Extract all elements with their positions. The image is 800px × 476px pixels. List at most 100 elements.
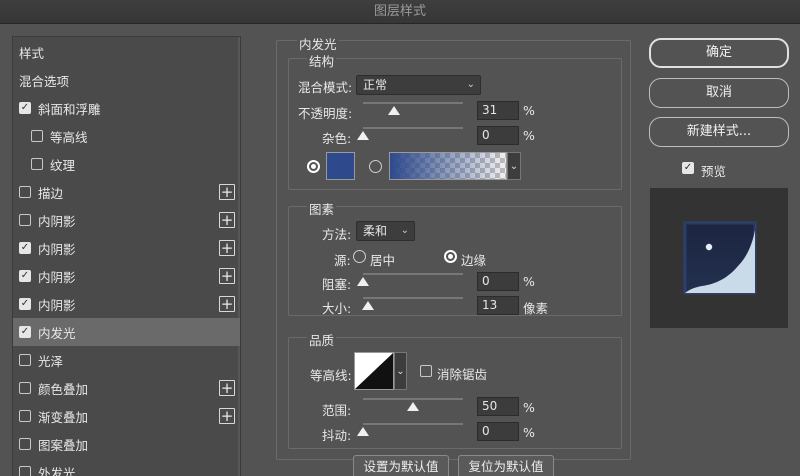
style-list-item[interactable]: 样式 — [13, 38, 240, 66]
style-list-label: 外发光 — [38, 465, 76, 476]
quality-title: 品质 — [307, 330, 337, 349]
style-list-item[interactable]: 纹理 — [13, 150, 240, 178]
blend-mode-value: 正常 — [363, 78, 388, 92]
style-checkbox[interactable]: ✓ — [19, 270, 31, 282]
style-list-label: 内阴影 — [38, 241, 76, 257]
style-checkbox[interactable]: ✓ — [19, 326, 31, 338]
chevron-down-icon: ⌄ — [466, 79, 475, 90]
style-list-item[interactable]: 图案叠加 — [13, 430, 240, 458]
source-center-radio[interactable] — [353, 250, 366, 263]
style-list-item[interactable]: 内阴影 + — [13, 206, 240, 234]
ok-button[interactable]: 确定 — [649, 38, 789, 68]
jitter-slider-track[interactable] — [363, 423, 463, 425]
anti-alias-checkbox[interactable] — [420, 365, 432, 377]
add-effect-button[interactable]: + — [219, 268, 235, 284]
style-list-label: 斜面和浮雕 — [38, 101, 101, 117]
style-list-label: 纹理 — [50, 157, 76, 173]
size-label: 大小: — [322, 301, 352, 316]
contour-preview[interactable] — [354, 352, 394, 390]
style-list-label: 等高线 — [50, 129, 88, 145]
style-list-label: 混合选项 — [19, 73, 70, 89]
add-effect-button[interactable]: + — [219, 184, 235, 200]
blend-mode-label: 混合模式: — [298, 80, 353, 95]
size-slider-thumb[interactable] — [362, 301, 375, 310]
style-checkbox[interactable] — [31, 130, 43, 142]
jitter-label: 抖动: — [322, 428, 352, 443]
opacity-slider-thumb[interactable] — [388, 106, 400, 115]
contour-label: 等高线: — [310, 368, 352, 383]
style-checkbox[interactable] — [19, 186, 31, 198]
noise-label: 杂色: — [322, 131, 352, 146]
style-checkbox[interactable] — [19, 410, 31, 422]
add-effect-button[interactable]: + — [219, 296, 235, 312]
style-checkbox[interactable] — [31, 158, 43, 170]
style-checkbox[interactable] — [19, 382, 31, 394]
source-edge-radio[interactable] — [444, 250, 457, 263]
blend-mode-dropdown[interactable]: 正常 ⌄ — [356, 75, 481, 95]
contour-dropdown-button[interactable]: ⌄ — [394, 352, 407, 390]
gradient-radio[interactable] — [369, 160, 382, 173]
style-list-item[interactable]: ✓ 内阴影 + — [13, 262, 240, 290]
style-list-item[interactable]: ✓ 内阴影 + — [13, 290, 240, 318]
style-checkbox[interactable] — [19, 438, 31, 450]
style-list-label: 内发光 — [38, 325, 76, 341]
add-effect-button[interactable]: + — [219, 212, 235, 228]
size-slider-track[interactable] — [363, 297, 463, 299]
noise-slider-track[interactable] — [363, 127, 463, 129]
cancel-button[interactable]: 取消 — [649, 78, 789, 108]
style-list-label: 内阴影 — [38, 297, 76, 313]
choke-input[interactable]: 0 — [477, 272, 519, 291]
style-list-label: 描边 — [38, 185, 64, 201]
range-input[interactable]: 50 — [477, 397, 519, 416]
style-checkbox[interactable]: ✓ — [19, 242, 31, 254]
style-checkbox[interactable]: ✓ — [19, 102, 31, 114]
opacity-slider-track[interactable] — [363, 102, 463, 104]
style-list-item[interactable]: 渐变叠加 + — [13, 402, 240, 430]
range-unit: % — [523, 400, 535, 415]
choke-slider-thumb[interactable] — [357, 277, 369, 286]
reset-default-button[interactable]: 复位为默认值 — [458, 455, 554, 476]
gradient-preview[interactable] — [389, 152, 507, 180]
glow-color-swatch[interactable] — [326, 152, 355, 180]
style-list-item[interactable]: ✓ 内阴影 + — [13, 234, 240, 262]
contour-linear-icon — [355, 353, 393, 389]
method-dropdown[interactable]: 柔和 ⌄ — [356, 221, 415, 241]
style-list-item[interactable]: 等高线 — [13, 122, 240, 150]
add-effect-button[interactable]: + — [219, 240, 235, 256]
style-checkbox[interactable] — [19, 214, 31, 226]
solid-color-radio[interactable] — [307, 160, 320, 173]
chevron-down-icon: ⌄ — [396, 365, 405, 377]
noise-slider-thumb[interactable] — [357, 131, 369, 140]
style-checkbox[interactable] — [19, 466, 31, 476]
style-checkbox[interactable]: ✓ — [19, 298, 31, 310]
elements-title: 图素 — [307, 199, 337, 218]
preview-checkbox[interactable]: ✓ — [682, 162, 694, 174]
opacity-unit: % — [523, 103, 535, 118]
add-effect-button[interactable]: + — [219, 408, 235, 424]
range-slider-track[interactable] — [363, 398, 463, 400]
add-effect-button[interactable]: + — [219, 380, 235, 396]
opacity-input[interactable]: 31 — [477, 101, 519, 120]
jitter-input[interactable]: 0 — [477, 422, 519, 441]
choke-unit: % — [523, 274, 535, 289]
style-list-item[interactable]: 颜色叠加 + — [13, 374, 240, 402]
style-list-item[interactable]: 描边 + — [13, 178, 240, 206]
style-checkbox[interactable] — [19, 354, 31, 366]
new-style-button[interactable]: 新建样式... — [649, 117, 789, 147]
range-label: 范围: — [322, 403, 352, 418]
style-list-item[interactable]: ✓ 斜面和浮雕 — [13, 94, 240, 122]
style-list-item[interactable]: ✓ 内发光 — [13, 318, 240, 346]
style-list-item[interactable]: 外发光 — [13, 458, 240, 476]
source-center-label: 居中 — [370, 253, 396, 268]
style-list-item[interactable]: 光泽 — [13, 346, 240, 374]
make-default-button[interactable]: 设置为默认值 — [353, 455, 449, 476]
gradient-dropdown-button[interactable]: ⌄ — [507, 152, 521, 180]
choke-slider-track[interactable] — [363, 273, 463, 275]
jitter-slider-thumb[interactable] — [357, 427, 369, 436]
size-input[interactable]: 13 — [477, 296, 519, 315]
range-slider-thumb[interactable] — [407, 402, 419, 411]
chevron-down-icon: ⌄ — [509, 160, 519, 172]
style-list-item[interactable]: 混合选项 — [13, 66, 240, 94]
noise-input[interactable]: 0 — [477, 126, 519, 145]
preview-label: 预览 — [701, 164, 727, 179]
